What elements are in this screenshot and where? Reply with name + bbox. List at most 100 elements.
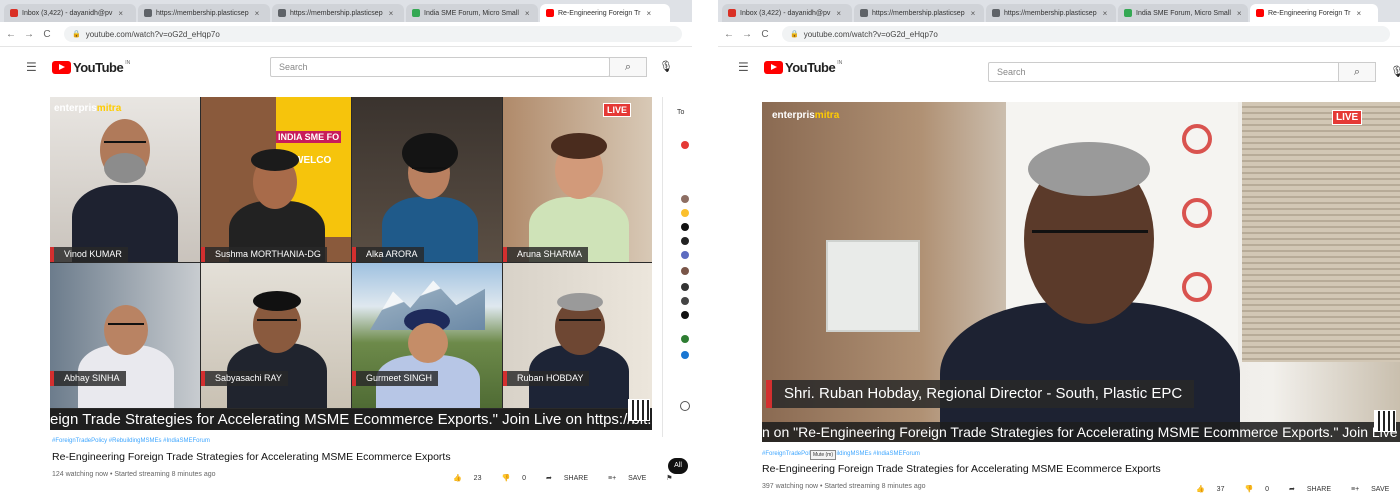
logo-text: YouTube bbox=[73, 59, 124, 75]
glasses bbox=[1032, 230, 1148, 233]
youtube-logo[interactable]: YouTube IN bbox=[52, 60, 130, 75]
epc-logo bbox=[1182, 124, 1212, 154]
close-icon[interactable]: × bbox=[255, 9, 260, 18]
video-player[interactable]: enterprismitra LIVE Shri. Ruban Hobday, … bbox=[762, 102, 1400, 442]
dislike-count: 0 bbox=[1265, 486, 1270, 493]
tab-gmail[interactable]: Inbox (3,422) - dayanidh@pv × bbox=[722, 4, 852, 22]
close-icon[interactable]: × bbox=[1103, 9, 1108, 18]
thumbs-down-icon: 👎 bbox=[501, 475, 511, 482]
hashtags[interactable]: #ForeignTradePolicy #RebuildingMSMEs #In… bbox=[762, 451, 920, 457]
tab-india-sme[interactable]: India SME Forum, Micro Small × bbox=[406, 4, 538, 22]
participant-tile: INDIA SME FO WELCO Sushma MORTHANIA-DG bbox=[201, 97, 351, 262]
like-count: 37 bbox=[1216, 486, 1225, 493]
hamburger-menu-icon[interactable]: ☰ bbox=[26, 60, 38, 74]
close-icon[interactable]: × bbox=[525, 9, 530, 18]
hamburger-menu-icon[interactable]: ☰ bbox=[738, 60, 750, 74]
tab-membership-2[interactable]: https://membership.plasticsep × bbox=[272, 4, 404, 22]
lock-icon: 🔒 bbox=[72, 31, 81, 38]
chat-avatar bbox=[681, 311, 689, 319]
chip-all[interactable]: All bbox=[668, 458, 688, 474]
close-icon[interactable]: × bbox=[118, 9, 123, 18]
reload-icon[interactable]: C bbox=[40, 29, 54, 40]
save-label: SAVE bbox=[628, 474, 647, 482]
search-placeholder: Search bbox=[279, 62, 308, 72]
participant-tile: Ruban HOBDAY bbox=[503, 263, 652, 408]
chat-avatar bbox=[681, 351, 689, 359]
search-input[interactable]: Search bbox=[988, 62, 1340, 82]
search-icon: ⌕ bbox=[1353, 66, 1361, 78]
url-field[interactable]: 🔒 youtube.com/watch?v=oG2d_eHqp7o bbox=[782, 26, 1390, 42]
dislike-count: 0 bbox=[522, 475, 527, 482]
logo-text: YouTube bbox=[785, 59, 836, 75]
chat-header: To bbox=[677, 109, 685, 116]
back-icon[interactable]: ← bbox=[722, 29, 736, 40]
participant-name: Alka ARORA bbox=[352, 247, 424, 262]
emoji-icon[interactable] bbox=[680, 401, 690, 411]
address-bar: ← → C 🔒 youtube.com/watch?v=oG2d_eHqp7o bbox=[718, 22, 1400, 47]
close-icon[interactable]: × bbox=[389, 9, 394, 18]
reload-icon[interactable]: C bbox=[758, 29, 772, 40]
participant-tile: enterprismitra Vinod KUMAR bbox=[50, 97, 200, 262]
close-icon[interactable]: × bbox=[647, 9, 652, 18]
back-icon[interactable]: ← bbox=[4, 29, 18, 40]
flag-icon[interactable]: ⚑ bbox=[666, 474, 672, 482]
tab-india-sme[interactable]: India SME Forum, Micro Small × bbox=[1118, 4, 1248, 22]
youtube-logo[interactable]: YouTube IN bbox=[764, 60, 842, 75]
country-code: IN bbox=[125, 60, 131, 66]
participant-name: Abhay SINHA bbox=[50, 371, 126, 386]
participant-tile: Alka ARORA bbox=[352, 97, 502, 262]
participant-name: Sushma MORTHANIA-DG bbox=[201, 247, 327, 262]
logo-part-b: mitra bbox=[814, 110, 840, 121]
dislike-button[interactable]: 👎 0 bbox=[501, 474, 536, 482]
share-icon: ➦ bbox=[546, 475, 552, 482]
globe-icon bbox=[860, 9, 868, 17]
mic-icon[interactable]: 🎙 bbox=[659, 60, 673, 73]
tab-membership-2[interactable]: https://membership.plasticsep × bbox=[986, 4, 1116, 22]
tab-membership-1[interactable]: https://membership.plasticsep × bbox=[854, 4, 984, 22]
search-placeholder: Search bbox=[997, 67, 1026, 77]
close-icon[interactable]: × bbox=[1237, 9, 1242, 18]
tab-gmail[interactable]: Inbox (3,422) - dayanidh@pv × bbox=[4, 4, 136, 22]
globe-icon bbox=[144, 9, 152, 17]
person-head bbox=[104, 305, 148, 355]
enterprise-mitra-logo: enterprismitra bbox=[772, 110, 839, 121]
participant-tile: LIVE Aruna SHARMA bbox=[503, 97, 652, 262]
person-hair bbox=[551, 133, 607, 159]
dislike-button[interactable]: 👎 0 bbox=[1244, 485, 1279, 493]
tab-label: https://membership.plasticsep bbox=[872, 9, 965, 17]
mic-icon[interactable]: 🎙 bbox=[1390, 65, 1400, 78]
forward-icon[interactable]: → bbox=[22, 29, 36, 40]
save-button[interactable]: ≡+ SAVE bbox=[608, 475, 656, 482]
tab-membership-1[interactable]: https://membership.plasticsep × bbox=[138, 4, 270, 22]
left-browser-window: Inbox (3,422) - dayanidh@pv × https://mem… bbox=[0, 0, 692, 504]
like-button[interactable]: 👍 23 bbox=[453, 474, 491, 482]
url-field[interactable]: 🔒 youtube.com/watch?v=oG2d_eHqp7o bbox=[64, 26, 682, 42]
live-badge: LIVE bbox=[603, 103, 632, 117]
glasses bbox=[559, 319, 601, 321]
close-icon[interactable]: × bbox=[1357, 9, 1362, 18]
playlist-add-icon: ≡+ bbox=[1351, 485, 1360, 493]
tab-label: Re-Engineering Foreign Tr bbox=[1268, 9, 1351, 17]
like-button[interactable]: 👍 37 bbox=[1196, 485, 1234, 493]
tab-youtube[interactable]: Re-Engineering Foreign Tr × bbox=[1250, 4, 1378, 22]
logo-part-a: enterpris bbox=[54, 103, 97, 114]
close-icon[interactable]: × bbox=[971, 9, 976, 18]
search-button[interactable]: ⌕ bbox=[1338, 62, 1376, 82]
banner-text: WELCO bbox=[294, 155, 332, 166]
search-button[interactable]: ⌕ bbox=[609, 57, 647, 77]
close-icon[interactable]: × bbox=[836, 9, 841, 18]
tab-youtube[interactable]: Re-Engineering Foreign Tr × bbox=[540, 4, 670, 22]
video-player[interactable]: enterprismitra Vinod KUMAR INDIA SME FO … bbox=[50, 97, 652, 430]
search-input[interactable]: Search bbox=[270, 57, 610, 77]
participant-name: Ruban HOBDAY bbox=[503, 371, 590, 386]
url-text: youtube.com/watch?v=oG2d_eHqp7o bbox=[803, 29, 938, 39]
share-button[interactable]: ➦ SHARE bbox=[546, 474, 598, 482]
save-button[interactable]: ≡+ SAVE bbox=[1351, 486, 1399, 493]
chat-avatar bbox=[681, 267, 689, 275]
thumbs-up-icon: 👍 bbox=[453, 475, 462, 482]
sme-icon bbox=[412, 9, 420, 17]
forward-icon[interactable]: → bbox=[740, 29, 754, 40]
share-button[interactable]: ➦ SHARE bbox=[1289, 485, 1341, 493]
hashtags[interactable]: #ForeignTradePolicy #RebuildingMSMEs #In… bbox=[52, 438, 210, 444]
person-hair bbox=[251, 149, 299, 171]
